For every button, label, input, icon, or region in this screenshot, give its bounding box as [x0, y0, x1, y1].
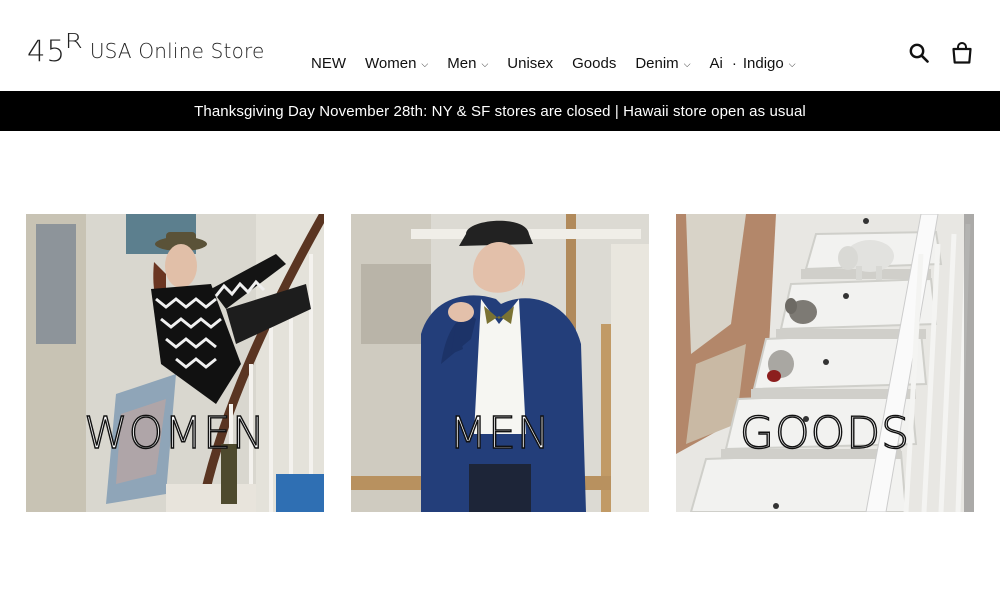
- women-collection-image: [26, 214, 324, 512]
- search-icon: [909, 43, 929, 63]
- nav-item-goods[interactable]: Goods: [572, 55, 616, 72]
- chevron-down-icon: ⌵: [788, 59, 796, 69]
- collection-label-men: MEN: [448, 408, 551, 459]
- chevron-down-icon: ⌵: [683, 59, 691, 69]
- nav-item-women[interactable]: Women ⌵: [365, 55, 428, 72]
- announcement-bar[interactable]: Thanksgiving Day November 28th: NY & SF …: [0, 91, 1000, 131]
- goods-collection-image: [676, 214, 974, 512]
- announcement-text: Thanksgiving Day November 28th: NY & SF …: [194, 102, 806, 120]
- nav-item-unisex[interactable]: Unisex: [507, 55, 553, 72]
- chevron-down-icon: ⌵: [481, 59, 489, 69]
- nav-separator: ·: [731, 55, 737, 72]
- men-collection-image: [351, 214, 649, 512]
- collection-tile-women[interactable]: WOMEN: [26, 214, 324, 512]
- nav-item-ai[interactable]: Ai: [710, 55, 723, 72]
- collection-label-goods: GOODS: [739, 408, 911, 459]
- nav-item-indigo[interactable]: Indigo ⌵: [743, 55, 796, 72]
- chevron-down-icon: ⌵: [421, 59, 429, 69]
- logo-text: USA Online Store: [89, 39, 265, 63]
- collection-label-women: WOMEN: [83, 408, 266, 459]
- collection-tile-goods[interactable]: GOODS: [676, 214, 974, 512]
- main-nav: NEW Women ⌵ Men ⌵ Unisex Goods Denim ⌵ Ai ·…: [311, 55, 815, 72]
- search-button[interactable]: [909, 43, 929, 63]
- logo-mark: 45R: [27, 28, 85, 68]
- cart-button[interactable]: [952, 42, 972, 64]
- nav-item-men[interactable]: Men ⌵: [447, 55, 488, 72]
- nav-item-denim[interactable]: Denim ⌵: [635, 55, 690, 72]
- store-logo[interactable]: 45R USA Online Store: [27, 28, 265, 68]
- nav-item-new[interactable]: NEW: [311, 55, 346, 72]
- cart-icon: [952, 42, 972, 64]
- site-header: 45R USA Online Store NEW Women ⌵ Men ⌵ Uni…: [0, 0, 1000, 91]
- collection-tile-men[interactable]: MEN: [351, 214, 649, 512]
